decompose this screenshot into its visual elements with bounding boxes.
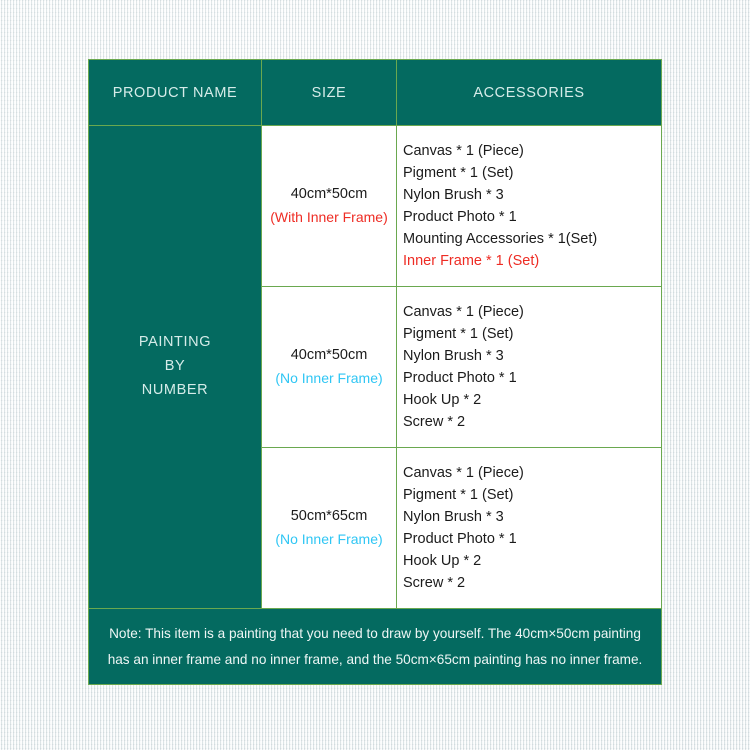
accessory-item: Canvas * 1 (Piece) [403, 465, 524, 481]
accessory-item: Pigment * 1 (Set) [403, 487, 514, 503]
size-frame-note-3: (No Inner Frame) [275, 531, 383, 548]
footer-note-text: Note: This item is a painting that you n… [107, 625, 643, 667]
column-size: SIZE 40cm*50cm (With Inner Frame) 40cm*5… [262, 60, 397, 608]
size-dimension-3: 50cm*65cm [290, 507, 368, 524]
header-size: SIZE [262, 60, 396, 126]
column-accessories: ACCESSORIES Canvas * 1 (Piece) Pigment *… [397, 60, 661, 608]
size-frame-note-2: (No Inner Frame) [275, 370, 383, 387]
accessory-item-inner-frame: Inner Frame * 1 (Set) [403, 253, 540, 269]
accessory-item: Nylon Brush * 3 [403, 187, 504, 203]
product-name-text: PAINTING BY NUMBER [138, 334, 212, 398]
size-cell-row-3: 50cm*65cm (No Inner Frame) [262, 448, 396, 608]
header-accessories: ACCESSORIES [397, 60, 661, 126]
accessories-cell-row-3: Canvas * 1 (Piece) Pigment * 1 (Set) Nyl… [397, 448, 661, 608]
accessory-item: Canvas * 1 (Piece) [403, 143, 524, 159]
accessory-item: Product Photo * 1 [403, 209, 517, 225]
accessory-item: Pigment * 1 (Set) [403, 326, 514, 342]
accessory-item: Canvas * 1 (Piece) [403, 304, 524, 320]
product-specification-table: PRODUCT NAME PAINTING BY NUMBER SIZE 40c… [88, 59, 662, 685]
size-cell-row-1: 40cm*50cm (With Inner Frame) [262, 126, 396, 287]
size-dimension-1: 40cm*50cm [290, 185, 368, 202]
column-product-name: PRODUCT NAME PAINTING BY NUMBER [89, 60, 262, 608]
accessory-item: Product Photo * 1 [403, 531, 517, 547]
accessory-item: Nylon Brush * 3 [403, 348, 504, 364]
accessory-item: Mounting Accessories * 1(Set) [403, 231, 598, 247]
accessories-cell-row-1: Canvas * 1 (Piece) Pigment * 1 (Set) Nyl… [397, 126, 661, 287]
accessory-item: Product Photo * 1 [403, 370, 517, 386]
cell-product-name-value: PAINTING BY NUMBER [89, 126, 261, 608]
size-dimension-2: 40cm*50cm [290, 346, 368, 363]
footer-note-bar: Note: This item is a painting that you n… [89, 608, 661, 684]
accessory-item: Hook Up * 2 [403, 553, 482, 569]
accessory-item: Hook Up * 2 [403, 392, 482, 408]
header-product-name: PRODUCT NAME [89, 60, 261, 126]
accessory-item: Nylon Brush * 3 [403, 509, 504, 525]
accessories-cell-row-2: Canvas * 1 (Piece) Pigment * 1 (Set) Nyl… [397, 287, 661, 448]
accessory-item: Screw * 2 [403, 414, 466, 430]
accessory-item: Screw * 2 [403, 575, 466, 591]
size-frame-note-1: (With Inner Frame) [270, 209, 388, 226]
table-grid: PRODUCT NAME PAINTING BY NUMBER SIZE 40c… [89, 60, 661, 608]
accessory-item: Pigment * 1 (Set) [403, 165, 514, 181]
size-cell-row-2: 40cm*50cm (No Inner Frame) [262, 287, 396, 448]
